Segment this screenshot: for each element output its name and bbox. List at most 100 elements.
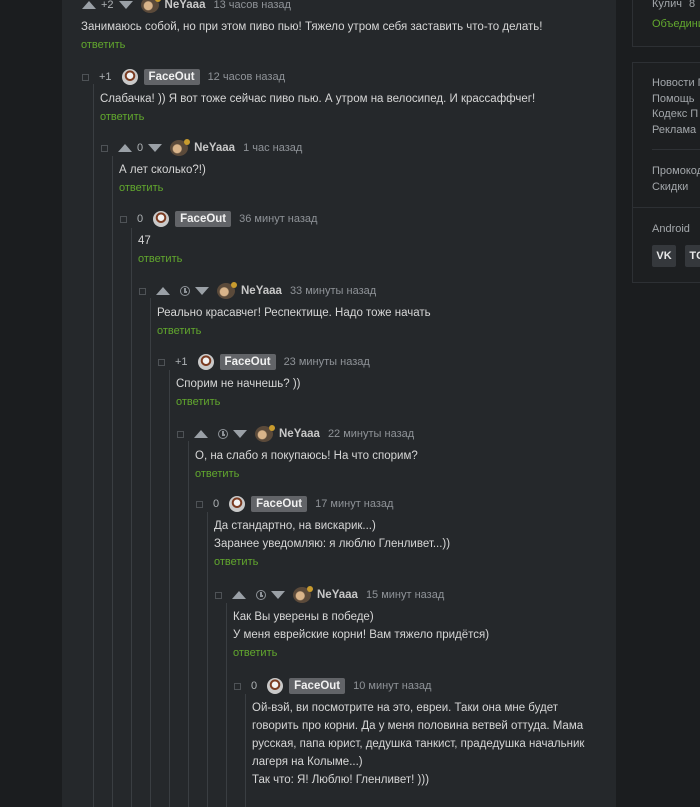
clock-icon (218, 429, 228, 439)
comment-author[interactable]: NeYaaa (194, 142, 235, 154)
comment-rating: +1 (175, 356, 188, 368)
comment-time[interactable]: 36 минут назад (239, 213, 317, 225)
reply-link[interactable]: ответить (176, 396, 220, 408)
comment-author[interactable]: FaceOut (219, 354, 276, 370)
comment-rating: 0 (137, 142, 144, 154)
comment-text: Слабачка! )) Я вот тоже сейчас пиво пью.… (100, 90, 535, 108)
sidebar-link[interactable]: Реклама (652, 122, 696, 138)
avatar[interactable] (140, 0, 161, 13)
sidebar-link[interactable]: Промокод (652, 163, 700, 179)
comment: 0 FaceOut 36 минут назад 47 ответить (120, 211, 317, 265)
comment: +2 NeYaaa 13 часов назад Занимаюсь собой… (81, 0, 542, 51)
vk-icon[interactable]: VK (652, 245, 676, 267)
comment-author[interactable]: NeYaaa (241, 285, 282, 297)
comment: NeYaaa 22 минуты назад О, на слабо я пок… (177, 425, 418, 480)
avatar[interactable] (267, 678, 284, 694)
comment-text-line: Как Вы уверены в победе) (233, 611, 374, 623)
comment-author[interactable]: FaceOut (143, 69, 200, 85)
comment-time[interactable]: 10 минут назад (353, 680, 431, 692)
comment-text-line: У меня еврейские корни! Вам тяжело придё… (233, 629, 490, 641)
comment-rating: +1 (99, 71, 112, 83)
comment-author[interactable]: NeYaaa (317, 589, 358, 601)
comment-rating: 0 (213, 498, 220, 510)
comment: +1 FaceOut 12 часов назад Слабачка! )) Я… (82, 69, 535, 123)
comment-author[interactable]: NeYaaa (165, 0, 206, 11)
comment-time[interactable]: 15 минут назад (366, 589, 444, 601)
upvote-icon[interactable] (232, 591, 246, 599)
reply-link[interactable]: ответить (100, 111, 144, 123)
collapse-toggle[interactable] (139, 287, 146, 295)
reply-link[interactable]: ответить (157, 325, 201, 337)
sidebar-top-count: 8 (689, 0, 696, 10)
downvote-icon[interactable] (148, 144, 163, 152)
sidebar-apps-label[interactable]: Android (652, 221, 690, 237)
telegram-icon[interactable]: TG (685, 245, 700, 267)
collapse-toggle[interactable] (82, 73, 89, 81)
comment-time[interactable]: 1 час назад (243, 142, 302, 154)
reply-link[interactable]: ответить (214, 556, 258, 568)
comment-time[interactable]: 22 минуты назад (328, 428, 414, 440)
comment-text-line: Заранее уведомляю: я люблю Гленливет...)… (214, 538, 451, 550)
upvote-icon[interactable] (156, 287, 170, 295)
comment-time[interactable]: 33 минуты назад (290, 285, 376, 297)
reply-link[interactable]: ответить (195, 468, 239, 480)
comment: 0 FaceOut 17 минут назад Да стандартно, … (196, 496, 450, 568)
clock-icon (180, 286, 190, 296)
downvote-icon[interactable] (195, 287, 209, 295)
comment-text: О, на слабо я покупаюсь! На что спорим? (195, 447, 418, 465)
reply-link[interactable]: ответить (233, 647, 277, 659)
reply-link[interactable]: ответить (138, 253, 182, 265)
comment-text-line: А лет сколько?!) (119, 164, 206, 176)
sidebar-link[interactable]: Кодекс П (652, 106, 698, 122)
avatar[interactable] (255, 425, 275, 442)
thread-line (169, 370, 170, 807)
comment: 0 NeYaaa 1 час назад А лет сколько?!) от… (101, 139, 302, 194)
avatar[interactable] (229, 496, 246, 512)
collapse-toggle[interactable] (234, 682, 241, 690)
comment-author[interactable]: FaceOut (175, 211, 232, 227)
sidebar-link[interactable]: Скидки (652, 179, 688, 195)
collapse-toggle[interactable] (158, 358, 165, 366)
right-sidebar: Кулич 8 Объедини Новости П Помощь Кодекс… (632, 0, 700, 807)
comment: NeYaaa 33 минуты назад Реально красавчег… (139, 282, 431, 337)
comment-author[interactable]: NeYaaa (279, 428, 320, 440)
downvote-icon[interactable] (233, 430, 247, 438)
sidebar-top-label[interactable]: Кулич (652, 0, 682, 12)
avatar[interactable] (170, 139, 191, 156)
collapse-toggle[interactable] (177, 430, 184, 438)
collapse-toggle[interactable] (120, 215, 127, 223)
collapse-toggle[interactable] (196, 500, 203, 508)
avatar[interactable] (153, 211, 170, 227)
collapse-toggle[interactable] (215, 591, 222, 599)
downvote-icon[interactable] (118, 1, 133, 9)
clock-icon (256, 590, 266, 600)
comment-rating: 0 (251, 680, 258, 692)
comment-text-line: О, на слабо я покупаюсь! На что спорим? (195, 450, 418, 462)
avatar[interactable] (217, 282, 237, 299)
downvote-icon[interactable] (271, 591, 285, 599)
comment-time[interactable]: 13 часов назад (213, 0, 290, 11)
comment-author[interactable]: FaceOut (251, 496, 308, 512)
comment-time[interactable]: 12 часов назад (208, 71, 285, 83)
reply-link[interactable]: ответить (81, 39, 125, 51)
upvote-icon[interactable] (82, 1, 96, 9)
comment-text: Занимаюсь собой, но при этом пиво пью! Т… (81, 18, 542, 36)
comment-text: Спорим не начнешь? )) (176, 375, 370, 393)
comment-author[interactable]: FaceOut (289, 678, 346, 694)
upvote-icon[interactable] (194, 430, 208, 438)
sidebar-top-link[interactable]: Объедини (652, 16, 700, 32)
upvote-icon[interactable] (118, 144, 132, 152)
comment-time[interactable]: 17 минут назад (315, 498, 393, 510)
comment-time[interactable]: 23 минуты назад (284, 356, 370, 368)
comment-rating: 0 (137, 213, 144, 225)
comment-text-line: Занимаюсь собой, но при этом пиво пью! Т… (81, 21, 543, 33)
avatar[interactable] (293, 586, 313, 603)
sidebar-link[interactable]: Помощь (652, 91, 695, 107)
collapse-toggle[interactable] (101, 144, 108, 152)
thread-line (93, 84, 94, 807)
avatar[interactable] (121, 69, 138, 85)
comment-text: 47 (138, 232, 317, 250)
sidebar-link[interactable]: Новости П (652, 75, 700, 91)
avatar[interactable] (197, 354, 214, 370)
reply-link[interactable]: ответить (119, 182, 163, 194)
